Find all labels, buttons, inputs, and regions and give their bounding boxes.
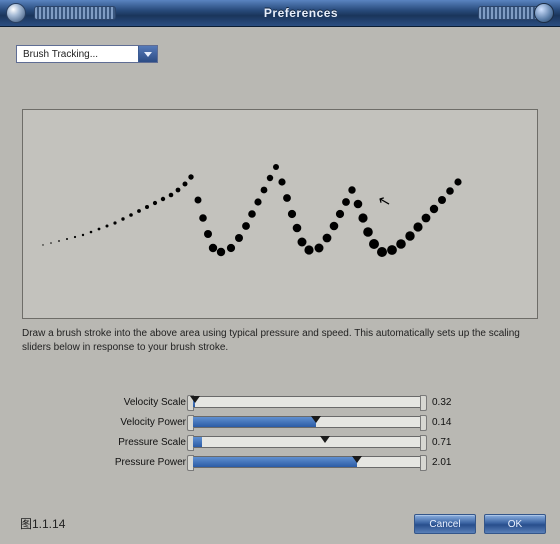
slider-value: 0.14 [422,417,472,428]
slider-cap-right[interactable] [420,435,427,451]
slider-thumb[interactable] [320,436,330,443]
figure-caption: 图1.1.14 [20,515,65,532]
slider-label: Pressure Scale [0,437,192,448]
slider-cap-right[interactable] [420,415,427,431]
slider-track[interactable] [192,456,422,468]
brush-tracking-canvas[interactable]: ↖ [22,109,538,319]
close-button[interactable] [534,3,554,23]
chevron-down-icon[interactable] [138,46,157,62]
category-row: Brush Tracking... [0,27,560,69]
cancel-button[interactable]: Cancel [414,514,476,534]
slider-fill [193,457,357,467]
titlebar-grip-left [34,6,116,20]
slider-thumb[interactable] [352,456,362,463]
slider-thumb[interactable] [311,416,321,423]
category-dropdown[interactable]: Brush Tracking... [16,45,158,63]
titlebar: Preferences [0,0,560,27]
slider-label: Velocity Power [0,417,192,428]
window-title: Preferences [124,6,478,20]
slider-thumb[interactable] [190,396,200,403]
slider-velocity-scale: Velocity Scale 0.32 [0,392,500,412]
slider-value: 0.71 [422,437,472,448]
app-icon [6,3,26,23]
dropdown-selected: Brush Tracking... [17,49,104,60]
brush-stroke-icon [23,110,537,318]
slider-track[interactable] [192,416,422,428]
sliders-group: Velocity Scale 0.32 Velocity Power 0.14 … [0,392,560,472]
preferences-window: Preferences Brush Tracking... ↖ Draw a b [0,0,560,544]
slider-label: Velocity Scale [0,397,192,408]
slider-pressure-scale: Pressure Scale 0.71 [0,432,500,452]
instructions-text: Draw a brush stroke into the above area … [22,327,538,354]
slider-track[interactable] [192,396,422,408]
dialog-buttons: Cancel OK [414,514,546,534]
slider-cap-right[interactable] [420,455,427,471]
slider-track[interactable] [192,436,422,448]
slider-value: 2.01 [422,457,472,468]
slider-fill [193,437,202,447]
slider-fill [193,417,316,427]
slider-cap-right[interactable] [420,395,427,411]
ok-button[interactable]: OK [484,514,546,534]
slider-pressure-power: Pressure Power 2.01 [0,452,500,472]
slider-label: Pressure Power [0,457,192,468]
slider-velocity-power: Velocity Power 0.14 [0,412,500,432]
slider-value: 0.32 [422,397,472,408]
